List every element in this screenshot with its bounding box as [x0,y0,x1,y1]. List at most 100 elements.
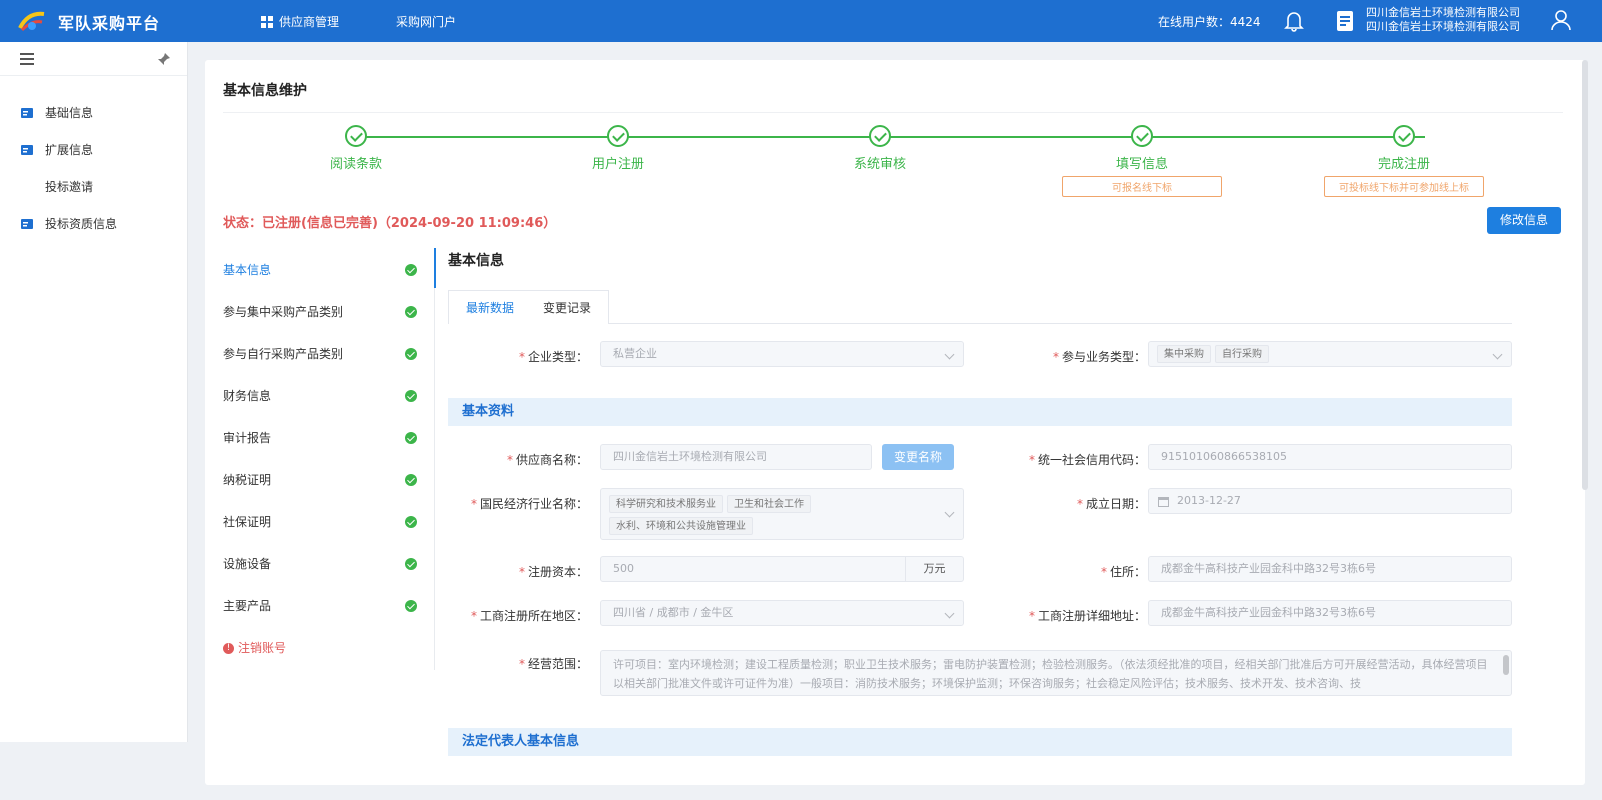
business-type-select[interactable]: 集中采购 自行采购 [1148,341,1512,367]
band-legal-representative: 法定代表人基本信息 [448,728,1512,756]
founded-date-field[interactable]: 2013-12-27 [1148,488,1512,514]
capital-field[interactable]: 500 万元 [600,556,964,582]
nav-supplier-management[interactable]: 供应商管理 [261,13,339,30]
active-indicator [434,248,436,288]
check-circle-icon [607,125,629,147]
check-icon [405,558,417,570]
progress-steps: 阅读条款 用户注册 系统审核 填写信息 可报名线下标 完成注册 可投标线下标并可… [205,122,1585,202]
enterprise-type-label: * 企业类型： [518,350,588,364]
reg-address-field[interactable]: 成都金牛高科技产业园金科中路32号3栋6号 [1148,600,1512,626]
section-nav-label: 财务信息 [223,389,272,403]
section-nav-item[interactable]: 参与自行采购产品类别 [223,334,434,376]
sidebar-item-label: 投标邀请 [45,180,94,194]
sidebar-item-bid-invitation[interactable]: 投标邀请 [0,169,187,206]
supplier-name-field[interactable]: 四川金信岩土环境检测有限公司 [600,444,872,470]
company-name: 四川金信岩土环境检测有限公司 四川金信岩土环境检测有限公司 [1366,6,1520,34]
step-tag: 可投标线下标并可参加线上标 [1324,176,1484,197]
section-nav-item[interactable]: 纳税证明 [223,460,434,502]
check-icon [405,264,417,276]
document-icon [1337,11,1353,31]
step-label: 阅读条款 [329,157,382,172]
warning-icon: ! [223,643,234,654]
section-nav-label: 社保证明 [223,515,272,529]
industry-chip: 科学研究和技术服务业 [609,495,723,513]
address-label: * 住所： [1100,565,1146,579]
bell-icon[interactable] [1284,10,1304,32]
check-circle-icon [345,125,367,147]
nav-portal[interactable]: 采购网门户 [396,13,456,30]
step-tag: 可报名线下标 [1062,176,1222,197]
enterprise-type-select[interactable]: 私营企业 [600,341,964,367]
company-name-line2: 四川金信岩土环境检测有限公司 [1366,20,1520,33]
section-nav-item[interactable]: 主要产品 [223,586,434,628]
section-nav-item[interactable]: 审计报告 [223,418,434,460]
app-title: 军队采购平台 [58,14,161,33]
cancel-account-label: 注销账号 [238,641,287,655]
textarea-scrollbar[interactable] [1503,655,1509,675]
edit-info-button[interactable]: 修改信息 [1487,207,1561,234]
page-scrollbar[interactable] [1582,60,1588,490]
region-select[interactable]: 四川省 / 成都市 / 金牛区 [600,600,964,626]
check-circle-icon [1393,125,1415,147]
scope-label: * 经营范围： [518,657,588,671]
section-nav-label: 纳税证明 [223,473,272,487]
check-circle-icon [869,125,891,147]
card-icon [21,219,33,229]
page-title: 基本信息维护 [223,83,307,99]
sidebar-item-extended-info[interactable]: 扩展信息 [0,132,187,169]
platform-logo [18,11,45,32]
step-read-terms: 阅读条款 [256,122,456,172]
calendar-icon [1158,497,1169,507]
company-name-line1: 四川金信岩土环境检测有限公司 [1366,6,1520,19]
industry-label: * 国民经济行业名称： [470,497,588,511]
industry-chip: 水利、环境和公共设施管理业 [609,517,753,535]
card-icon [21,145,33,155]
chevron-down-icon [944,608,955,619]
menu-icon[interactable] [20,53,34,65]
tab-change-log[interactable]: 变更记录 [526,290,610,324]
section-nav-item[interactable]: 参与集中采购产品类别 [223,292,434,334]
section-nav-item[interactable]: 基本信息 [223,250,434,292]
check-icon [405,306,417,318]
user-icon[interactable] [1550,9,1572,31]
check-icon [405,600,417,612]
chevron-down-icon [944,349,955,360]
sidebar-item-label: 扩展信息 [45,143,94,157]
step-complete: 完成注册 可投标线下标并可参加线上标 [1304,122,1504,197]
step-label: 填写信息 [1115,157,1168,172]
sidebar-item-label: 投标资质信息 [45,217,118,231]
cancel-account-link[interactable]: ! 注销账号 [223,628,434,670]
step-register: 用户注册 [518,122,718,172]
rename-button[interactable]: 变更名称 [882,444,954,470]
section-nav-label: 主要产品 [223,599,272,613]
credit-code-label: * 统一社会信用代码： [1028,453,1146,467]
band-basic-info: 基本资料 [448,398,1512,426]
industry-chip: 卫生和社会工作 [727,495,811,513]
step-review: 系统审核 [780,122,980,172]
sidebar-item-basic-info[interactable]: 基础信息 [0,95,187,132]
check-circle-icon [1131,125,1153,147]
sidebar-item-bid-qualification[interactable]: 投标资质信息 [0,206,187,243]
address-field[interactable]: 成都金牛高科技产业园金科中路32号3栋6号 [1148,556,1512,582]
check-icon [405,390,417,402]
check-icon [405,474,417,486]
supplier-name-label: * 供应商名称： [506,453,588,467]
tabs: 最新数据 变更记录 [448,290,1512,324]
top-bar: 军队采购平台 供应商管理 采购网门户 在线用户数：4424 四川金信岩土环境检测… [0,0,1602,42]
sidebar: 基础信息 扩展信息 投标邀请 投标资质信息 [0,42,188,742]
section-nav-label: 审计报告 [223,431,272,445]
scope-textarea[interactable]: 许可项目：室内环境检测；建设工程质量检测；职业卫生技术服务；雷电防护装置检测；检… [600,650,1512,696]
section-nav-item[interactable]: 设施设备 [223,544,434,586]
section-nav-item[interactable]: 社保证明 [223,502,434,544]
credit-code-field[interactable]: 915101060866538105 [1148,444,1512,470]
region-label: * 工商注册所在地区： [470,609,588,623]
nav-supplier-management-label: 供应商管理 [279,15,340,29]
section-nav-item[interactable]: 财务信息 [223,376,434,418]
sidebar-item-label: 基础信息 [45,106,94,120]
industry-select[interactable]: 科学研究和技术服务业 卫生和社会工作 水利、环境和公共设施管理业 [600,488,964,540]
pin-icon[interactable] [157,52,171,66]
chevron-down-icon [1492,349,1503,360]
tab-latest-data[interactable]: 最新数据 [448,290,533,324]
sidebar-header [0,42,187,76]
section-nav-label: 设施设备 [223,557,272,571]
